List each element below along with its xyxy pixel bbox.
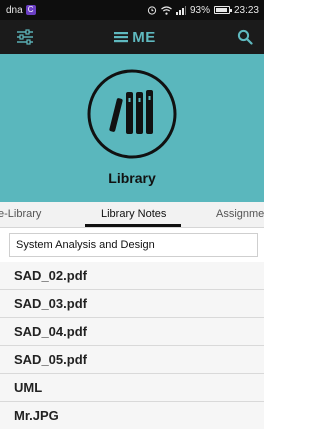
list-item[interactable]: SAD_02.pdf — [0, 262, 264, 290]
tab-bar: e-Library Library Notes Assignme — [0, 202, 264, 228]
carrier-badge: C — [25, 5, 36, 15]
hero-title: Library — [108, 170, 156, 186]
tab-assignments[interactable]: Assignme — [216, 202, 264, 227]
status-right: 93% 23:23 — [147, 5, 259, 16]
app-logo: ME — [114, 29, 156, 46]
list-item[interactable]: SAD_04.pdf — [0, 318, 264, 346]
active-tab-indicator — [85, 224, 181, 227]
alarm-icon — [147, 5, 157, 15]
logo-mark-icon — [114, 32, 129, 43]
list-item[interactable]: Mr.JPG — [0, 402, 264, 429]
status-bar: dna C 93% 23:23 — [0, 0, 264, 20]
app-logo-text: ME — [132, 28, 156, 46]
file-list: SAD_02.pdf SAD_03.pdf SAD_04.pdf SAD_05.… — [0, 262, 264, 429]
books-icon — [87, 69, 177, 159]
list-item[interactable]: SAD_03.pdf — [0, 290, 264, 318]
clock: 23:23 — [233, 4, 259, 16]
search-input[interactable] — [9, 233, 258, 257]
status-left: dna C — [6, 5, 36, 16]
filter-sliders-icon[interactable] — [14, 26, 36, 48]
list-item[interactable]: SAD_05.pdf — [0, 346, 264, 374]
app-bar: ME — [0, 20, 264, 54]
tab-e-library[interactable]: e-Library — [0, 202, 41, 227]
library-hero: Library — [0, 54, 264, 202]
battery-percent: 93% — [189, 4, 210, 16]
search-area — [0, 228, 264, 262]
battery-fill — [215, 8, 228, 12]
carrier-name: dna — [6, 4, 23, 16]
list-item[interactable]: UML — [0, 374, 264, 402]
signal-icon — [175, 5, 186, 15]
search-icon[interactable] — [234, 26, 256, 48]
battery-icon — [213, 6, 232, 14]
wifi-icon — [161, 5, 172, 15]
